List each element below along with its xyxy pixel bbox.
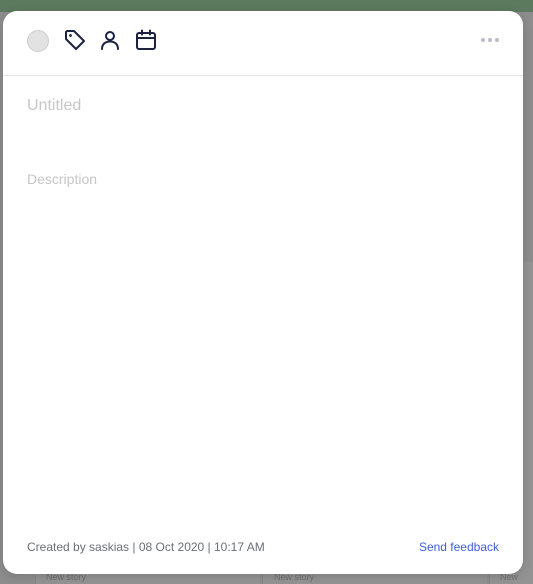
calendar-icon[interactable] <box>134 28 158 52</box>
created-info: Created by saskias | 08 Oct 2020 | 10:17… <box>27 540 265 554</box>
user-icon[interactable] <box>98 28 122 52</box>
modal-header <box>3 11 523 76</box>
story-modal: Untitled Description Created by saskias … <box>3 11 523 574</box>
modal-footer: Created by saskias | 08 Oct 2020 | 10:17… <box>27 540 499 556</box>
more-options-icon[interactable] <box>479 32 501 48</box>
status-toggle[interactable] <box>27 30 49 52</box>
story-description-input[interactable]: Description <box>27 171 497 187</box>
tag-icon[interactable] <box>63 28 87 52</box>
send-feedback-link[interactable]: Send feedback <box>419 540 499 554</box>
story-title-input[interactable]: Untitled <box>27 97 497 115</box>
